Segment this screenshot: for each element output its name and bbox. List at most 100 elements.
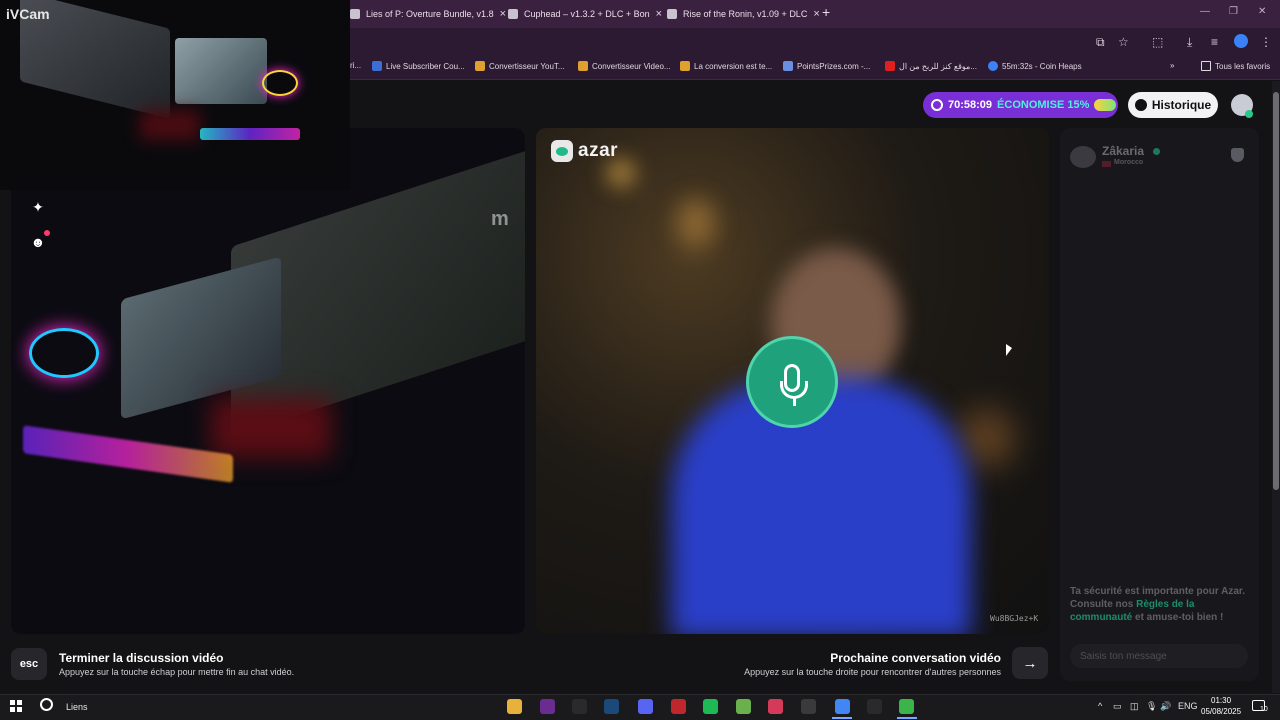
partner-name[interactable]: Zâkaria	[1102, 144, 1144, 158]
spotify-icon[interactable]	[703, 699, 718, 714]
all-bookmarks-folder[interactable]: Tous les favoris	[1201, 61, 1270, 71]
meet-icon[interactable]: ◫	[1130, 701, 1139, 712]
folder-icon	[1201, 61, 1211, 71]
discord-icon[interactable]	[638, 699, 653, 714]
tab-cuphead[interactable]: Cuphead – v1.3.2 + DLC + Bon ×	[508, 4, 662, 24]
app-pink-icon[interactable]	[768, 699, 783, 714]
bookmark-item[interactable]: موقع كنز للربح من ال...	[885, 61, 977, 71]
video-id: Wu8BGJez+K	[990, 614, 1039, 623]
tab-lies-of-p[interactable]: Lies of P: Overture Bundle, v1.8 ×	[350, 4, 506, 24]
end-chat-title: Terminer la discussion vidéo	[59, 651, 224, 665]
more-bookmarks-icon[interactable]: »	[1170, 61, 1174, 70]
new-tab-button[interactable]: +	[822, 4, 830, 20]
bookmark-item[interactable]: 55m:32s - Coin Heaps	[988, 61, 1082, 71]
app-roblox-icon[interactable]	[801, 699, 816, 714]
downloads-icon[interactable]: ⤓	[1187, 35, 1192, 50]
mouse-cursor	[1006, 344, 1012, 356]
chrome-icon[interactable]	[835, 699, 850, 714]
app-green-icon[interactable]	[899, 699, 914, 714]
camera-watermark: m	[491, 208, 509, 230]
premium-timer-badge[interactable]: 70:58:09 ÉCONOMISE 15%	[923, 92, 1118, 118]
coins-icon	[1094, 99, 1117, 111]
safety-notice: Ta sécurité est importante pour Azar. Co…	[1070, 585, 1250, 624]
close-icon[interactable]: ×	[813, 8, 819, 20]
tab-title: Rise of the Ronin, v1.09 + DLC	[683, 9, 808, 19]
clock-date[interactable]: 05/08/2025	[1201, 707, 1241, 716]
all-bookmarks-label: Tous les favoris	[1215, 61, 1271, 71]
bookmark-label: Live Subscriber Cou...	[386, 61, 465, 71]
bookmark-label: Convertisseur YouT...	[489, 61, 565, 71]
bookmark-label: ri...	[350, 61, 362, 70]
media-icon[interactable]: ≡	[1211, 35, 1218, 49]
tab-favicon	[350, 9, 360, 19]
volume-icon[interactable]: 🔊	[1160, 701, 1171, 712]
tab-title: Lies of P: Overture Bundle, v1.8	[366, 9, 494, 19]
epic-games-icon[interactable]	[572, 699, 587, 714]
bookmark-label: PointsPrizes.com -...	[797, 61, 871, 71]
history-icon	[1134, 99, 1147, 111]
bookmark-item[interactable]: La conversion est te...	[680, 61, 772, 71]
bookmark-item[interactable]: ri...	[350, 61, 361, 70]
esc-button[interactable]: esc	[11, 648, 47, 680]
window-close-button[interactable]: ✕	[1258, 6, 1266, 17]
flag-icon	[1102, 161, 1111, 167]
search-icon[interactable]	[40, 698, 53, 711]
visual-studio-icon[interactable]	[540, 699, 555, 714]
scrollbar-thumb[interactable]	[1273, 92, 1279, 490]
history-button[interactable]: Historique	[1128, 92, 1218, 118]
language-indicator[interactable]: ENG	[1178, 701, 1198, 711]
partner-avatar[interactable]	[1070, 146, 1096, 168]
emoji-filter-icon[interactable]: ☻	[30, 234, 46, 250]
bookmark-item[interactable]: Convertisseur YouT...	[475, 61, 565, 71]
browser-profile-icon[interactable]	[1234, 34, 1248, 48]
bookmark-item[interactable]: Live Subscriber Cou...	[372, 61, 465, 71]
clock-time[interactable]: 01:30	[1211, 696, 1231, 705]
timer-value: 70:58:09	[948, 99, 993, 111]
tab-favicon	[508, 9, 518, 19]
app-dark-icon[interactable]	[867, 699, 882, 714]
bluestacks-icon[interactable]	[736, 699, 751, 714]
safety-text: et amuse-toi bien !	[1132, 612, 1224, 623]
shield-icon[interactable]	[1231, 148, 1244, 162]
close-icon[interactable]: ×	[656, 8, 662, 20]
next-chat-hint: Appuyez sur la touche droite pour rencon…	[744, 667, 1001, 677]
bookmark-label: 55m:32s - Coin Heaps	[1002, 61, 1082, 71]
ivcam-logo: iVCam	[6, 6, 50, 22]
network-icon[interactable]: ▭	[1113, 701, 1122, 712]
active-app-indicator	[832, 717, 852, 719]
start-button[interactable]	[10, 700, 22, 712]
more-menu-icon[interactable]: ⋮	[1260, 35, 1272, 49]
extensions-icon[interactable]: ⬚	[1152, 35, 1163, 49]
azar-logo: azar	[551, 140, 618, 162]
tray-overflow-icon[interactable]: ^	[1098, 701, 1102, 711]
ivcam-preview[interactable]	[0, 0, 350, 190]
microphone-button[interactable]	[746, 336, 838, 428]
notification-dot	[44, 230, 50, 236]
tab-rise-of-the-ronin[interactable]: Rise of the Ronin, v1.09 + DLC ×	[667, 4, 820, 24]
minimize-button[interactable]: —	[1200, 6, 1210, 17]
bookmark-favicon	[578, 61, 588, 71]
bookmark-item[interactable]: PointsPrizes.com -...	[783, 61, 870, 71]
bookmark-item[interactable]: Convertisseur Video...	[578, 61, 671, 71]
close-icon[interactable]: ×	[500, 8, 506, 20]
bookmark-star-icon[interactable]: ☆	[1118, 35, 1129, 49]
message-input[interactable]	[1070, 644, 1248, 668]
clock-icon	[931, 99, 943, 111]
next-chat-button[interactable]: →	[1012, 647, 1048, 679]
bookmark-favicon	[885, 61, 895, 71]
microphone-tray-icon[interactable]: 🎙	[1146, 701, 1157, 712]
azar-wordmark: azar	[578, 140, 619, 161]
steam-icon[interactable]	[604, 699, 619, 714]
maximize-button[interactable]: ❐	[1229, 6, 1238, 17]
bokeh-light	[676, 198, 716, 248]
install-app-icon[interactable]: ⧉	[1096, 35, 1105, 50]
verified-icon	[1153, 148, 1160, 155]
tab-title: Cuphead – v1.3.2 + DLC + Bon	[524, 9, 650, 19]
app-red-icon[interactable]	[671, 699, 686, 714]
taskbar-search-label[interactable]: Liens	[66, 702, 88, 712]
azar-logo-icon	[551, 140, 573, 162]
bookmark-label: موقع كنز للربح من ال...	[899, 61, 977, 71]
file-explorer-icon[interactable]	[507, 699, 522, 714]
next-chat-title: Prochaine conversation vidéo	[830, 651, 1001, 665]
sparkle-effects-icon[interactable]: ✦	[30, 199, 46, 215]
